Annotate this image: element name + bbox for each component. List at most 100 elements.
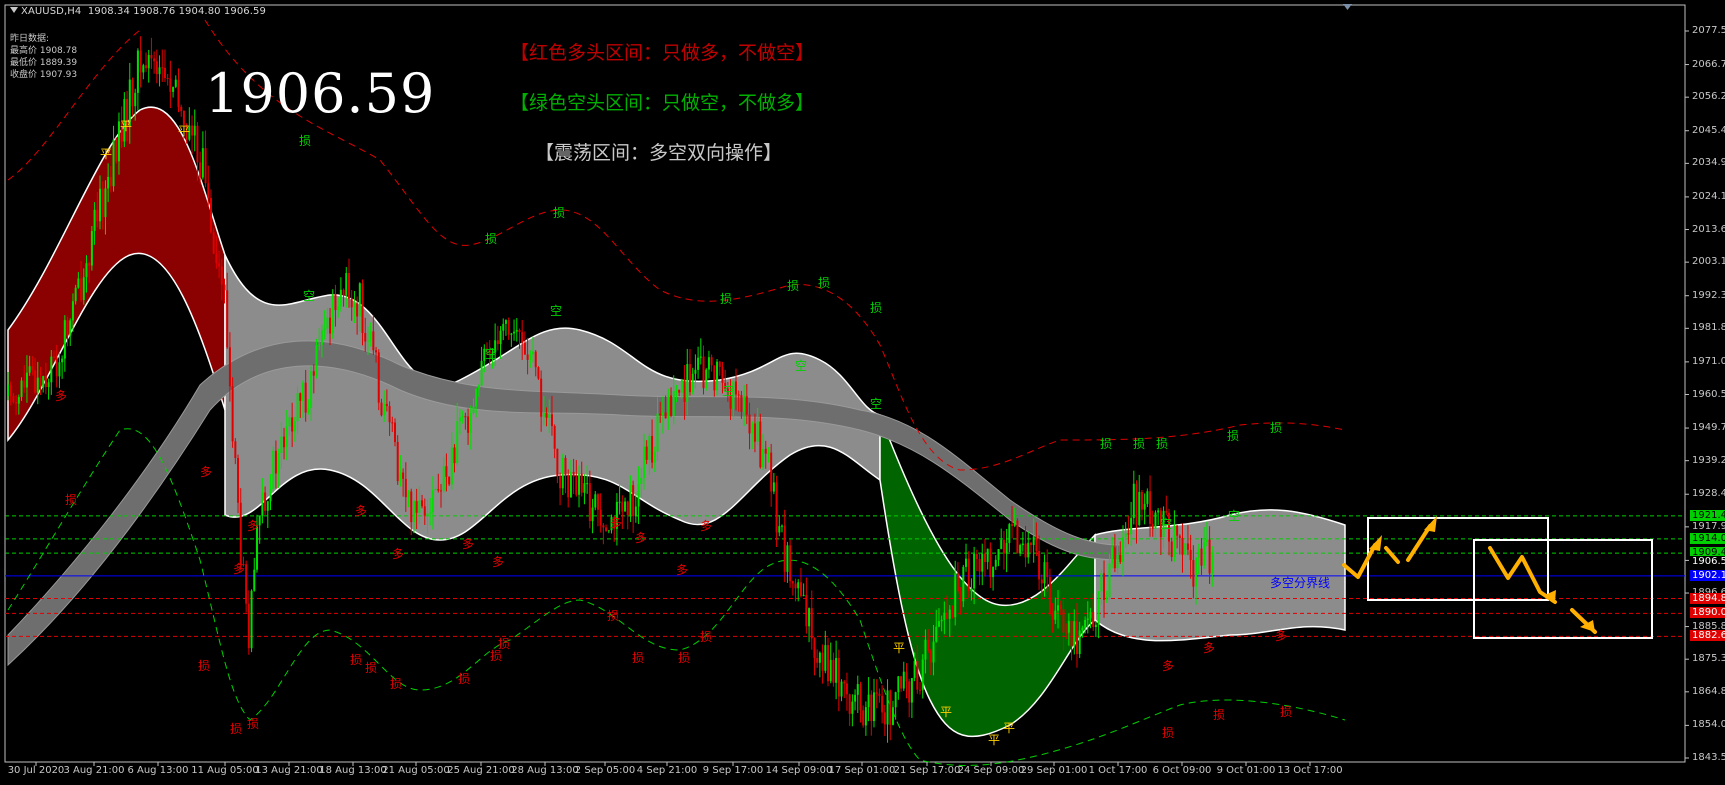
marker-sun-red: 损 [607,609,619,623]
candle-body [383,403,386,416]
candle-body [770,452,773,492]
candle-body [1127,533,1130,535]
candle-body [53,356,56,358]
candle-body [599,509,602,526]
candle-body [66,320,69,336]
candle-body [680,379,683,393]
marker-sun-red: 损 [198,659,210,673]
candle-body [605,527,608,532]
candle-body [61,358,64,363]
candle-body [418,500,421,513]
candle-body [1013,520,1016,526]
candle-body [588,483,591,522]
marker-sun-red: 损 [700,630,712,644]
candle-body [1100,573,1103,592]
candle-body [686,364,689,402]
candle-body [358,283,361,317]
marker-duo: 多 [610,516,622,530]
candle-body [345,273,348,296]
candle-body [992,566,995,578]
candle-body [748,414,751,434]
legend-bull-zone: 【红色多头区间：只做多，不做空】 [510,42,815,64]
candle-body [1113,547,1116,569]
candle-body [756,421,759,442]
marker-duo: 多 [233,562,245,576]
candle-body [1151,523,1154,529]
candle-body [467,416,470,433]
candle-body [710,357,713,366]
candle-body [954,573,957,618]
candle-body [464,416,467,418]
marker-sun-red: 损 [1213,708,1225,722]
candle-body [810,608,813,639]
candle-body [751,423,754,434]
candle-body [212,232,215,254]
candle-body [929,650,932,663]
candle-body [1084,619,1087,628]
candle-body [943,612,946,620]
candle-body [391,422,394,424]
candle-body [93,209,96,231]
marker-sun-red: 损 [632,651,644,665]
candle-body [1165,510,1168,513]
candle-body [1135,483,1138,526]
candle-body [1075,621,1078,655]
candle-body [783,525,786,572]
candle-body [55,357,58,377]
date-tick-label: 18 Aug 13:00 [319,765,387,776]
candle-body [891,707,894,725]
candle-body [1176,525,1179,536]
candle-body [1154,512,1157,529]
price-tick-label: 2024.10 [1692,190,1725,202]
candle-body [596,494,599,510]
candle-body [434,489,437,491]
candle-body [586,483,589,485]
candle-body [818,652,821,663]
candle-body [927,639,930,651]
marker-ping: 平 [988,733,1000,747]
candle-body [34,370,37,393]
candle-body [621,501,624,512]
candle-body [180,106,183,111]
date-tick-label: 2 Sep 05:00 [574,765,636,776]
candle-body [115,139,118,162]
candle-body [28,366,31,373]
candle-body [131,79,134,107]
candle-body [174,79,177,87]
candle-body [1108,563,1111,598]
candle-body [177,79,180,107]
candle-body [559,476,562,489]
candle-body [231,386,234,442]
candle-body [1043,562,1046,584]
candle-body [1105,597,1108,600]
candle-body [1143,503,1146,510]
candle-body [607,530,610,532]
candle-body [824,645,827,671]
candle-body [155,61,158,75]
candle-body [172,86,175,92]
candle-body [767,452,770,454]
marker-sun-red: 损 [365,661,377,675]
date-tick-label: 13 Aug 21:00 [255,765,323,776]
collapse-triangle-icon[interactable] [10,7,18,13]
candle-body [753,423,756,442]
candle-body [366,340,369,342]
candle-body [691,373,694,393]
price-tick-label: 1864.80 [1692,685,1725,697]
date-tick-label: 6 Aug 13:00 [127,765,189,776]
chart-window[interactable]: 平平平平平平平多多多多多多多多多多多多多多多空空空空空空空空损损损损损损损损损损… [0,0,1725,785]
candle-body [648,435,651,460]
prev-day-close: 收盘价 1907.93 [10,70,78,80]
candle-body [77,278,80,288]
candle-body [147,55,150,69]
candle-body [775,482,778,533]
candle-body [651,435,654,463]
symbol-label: XAUUSD,H4 [21,6,82,17]
candle-body [1078,630,1081,655]
candle-body [986,548,989,563]
candle-body [9,384,12,396]
candle-body [894,692,897,708]
candle-body [878,693,881,696]
candle-body [1197,548,1200,558]
price-tick-label: 1971.00 [1692,355,1725,367]
